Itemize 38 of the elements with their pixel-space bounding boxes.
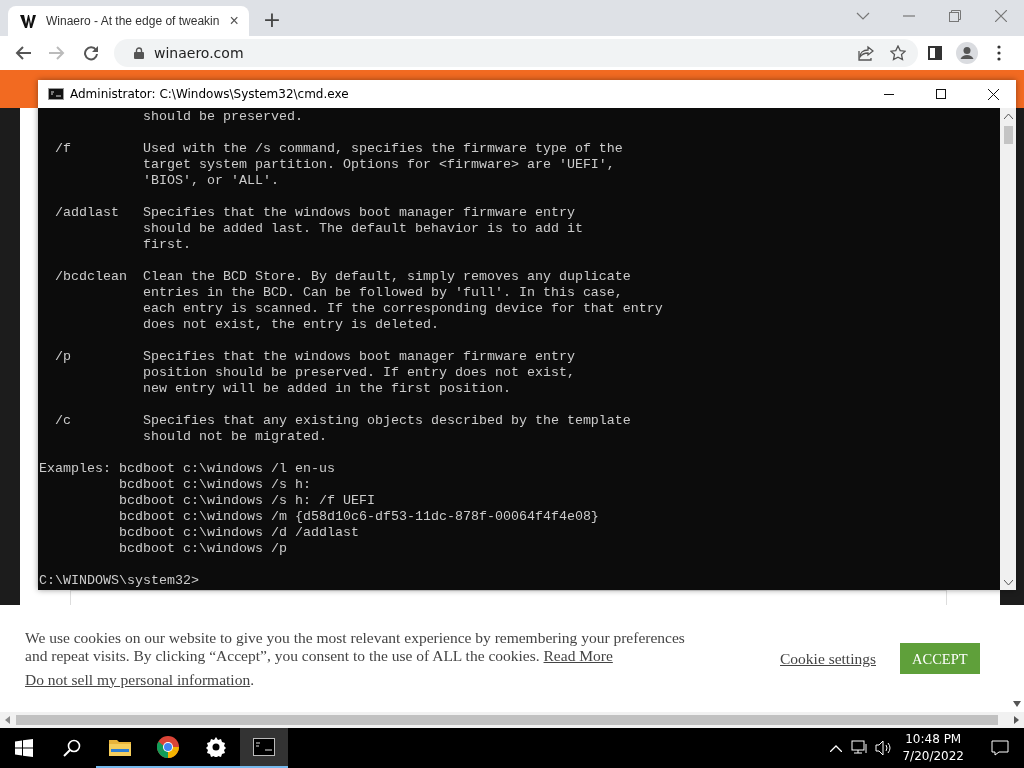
clock[interactable]: 10:48 PM 7/20/2022 [896,728,970,768]
address-bar[interactable]: winaero.com [114,39,918,67]
privacy-notice: Do not sell my personal information. [25,670,256,689]
folder-icon [109,738,131,756]
console-text: /addlast Specifies that the windows boot manager firmware entry should be added last. The default behavior is to add it first. [54,205,584,253]
console-text: /p Specifies that the windows boot manager firmware entry position should be preserved. If entry does not exist, new entry will be added in the first position. [54,349,576,397]
url-text: winaero.com [154,45,244,61]
console-icon [253,738,275,756]
cookie-settings-link[interactable]: Cookie settings [780,649,876,668]
cookie-notice: We use cookies on our website to give you the most relevant experience by remembering your preferences and repeat visits. By clicking “Accept”, you consent to the use of ALL the cookies. Read More [25,628,686,665]
tab-title: Winaero - At the edge of tweakin [46,14,220,28]
scroll-thumb[interactable] [1003,126,1013,144]
scroll-down-icon[interactable] [1012,700,1022,708]
browser-tab[interactable]: Winaero - At the edge of tweakin × [8,6,249,36]
horizontal-scrollbar[interactable] [0,712,1024,728]
clock-date: 7/20/2022 [902,748,964,765]
browser-icon [157,736,179,758]
star-icon[interactable] [890,45,906,61]
taskbar-button[interactable] [240,728,288,768]
console-text: /c Specifies that any existing objects described by the template should not be migrated. [54,413,632,445]
read-more-link[interactable]: Read More [543,646,613,664]
console-text: should be preserved. [141,109,304,125]
gear-icon [206,737,226,757]
site-logo-icon [20,13,36,29]
search-icon [63,739,81,757]
lock-icon [134,47,144,59]
vertical-scrollbar[interactable] [1000,108,1016,590]
new-tab-button[interactable]: + [262,9,282,31]
share-icon[interactable] [858,45,874,61]
close-tab-button[interactable]: × [229,13,239,29]
clock-time: 10:48 PM [905,731,962,748]
console-icon [48,88,64,100]
console-text: C:\WINDOWS\system32> [39,573,200,589]
console-text: /bcdclean Clean the BCD Store. By default, simply removes any duplicate entries in the BCD. Can be followed by 'full'. In this case, each entry is scanned. If the corresponding device for that entry does not exist, the entry is deleted. [54,269,664,333]
console-text: /f Used with the /s command, specifies the firmware type of the target system partition. Options for <firmware> are 'UEFI', 'BIOS', or 'ALL'. [54,141,624,189]
start-icon [15,739,33,757]
window-title: Administrator: C:\Windows\System32\cmd.exe [70,87,349,101]
console-text: Examples: bcdboot c:\windows /l en-us bcdboot c:\windows /s h: bcdboot c:\windows /s h: /f UEFI bcdboot c:\windows /m {d58d10c6-df53-11dc-878f-00064f4f4e08} bcdboot c:\windows /d /addlast bcdboot c:\windows /p [39,461,600,557]
